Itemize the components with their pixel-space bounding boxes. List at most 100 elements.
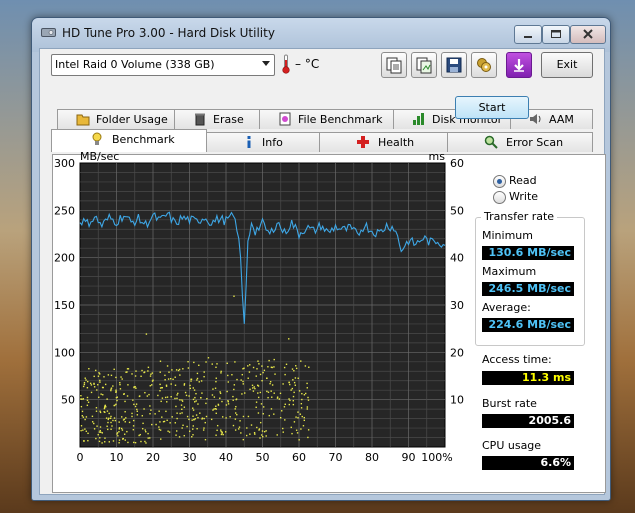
access-time-point: [210, 418, 213, 421]
access-time-point: [192, 425, 194, 427]
access-time-point: [193, 418, 195, 421]
access-time-point: [255, 401, 258, 403]
access-time-point: [91, 421, 94, 423]
access-time-point: [104, 441, 106, 443]
access-time-point: [95, 369, 97, 372]
access-time-point: [242, 438, 245, 441]
access-time-point: [183, 406, 186, 408]
access-time-point: [294, 377, 297, 379]
tab-benchmark[interactable]: Benchmark: [51, 129, 207, 152]
access-time-point: [95, 407, 98, 409]
access-time-point: [258, 363, 260, 365]
access-time-point: [203, 375, 205, 378]
maximum-label: Maximum: [482, 265, 537, 278]
access-time-point: [270, 408, 273, 410]
access-time-point: [85, 416, 88, 418]
access-time-point: [177, 369, 180, 372]
access-time-point: [308, 366, 310, 368]
start-button[interactable]: Start: [455, 96, 529, 119]
access-time-point: [215, 412, 217, 415]
access-time-point: [304, 392, 307, 395]
access-time-point: [256, 368, 258, 370]
access-time-point: [184, 391, 187, 394]
read-radio[interactable]: [493, 175, 506, 188]
access-time-value: 11.3 ms: [482, 371, 574, 385]
access-time-point: [102, 394, 104, 396]
access-time-point: [220, 370, 222, 373]
access-time-point: [160, 400, 162, 403]
y-left-tick-label: 200: [54, 252, 75, 265]
access-time-point: [303, 416, 305, 419]
minimum-label: Minimum: [482, 229, 533, 242]
access-time-point: [292, 403, 295, 406]
access-time-point: [101, 442, 103, 444]
access-time-point: [257, 392, 259, 394]
access-time-point: [105, 417, 108, 419]
access-time-point: [128, 421, 131, 424]
access-time-point: [306, 382, 308, 385]
access-time-point: [132, 399, 134, 401]
access-time-point: [171, 369, 173, 371]
access-time-point: [114, 419, 117, 422]
access-time-point: [198, 381, 200, 383]
access-time-point: [149, 405, 151, 407]
access-time-point: [166, 396, 169, 398]
access-time-point: [215, 380, 217, 383]
access-time-point: [139, 395, 141, 397]
access-time-point: [99, 410, 101, 412]
access-time-point: [80, 425, 83, 427]
access-time-point: [181, 412, 183, 414]
access-time-point: [151, 423, 153, 426]
access-time-point: [99, 437, 101, 439]
access-time-point: [203, 427, 205, 429]
access-time-point: [190, 380, 192, 382]
access-time-point: [113, 368, 115, 371]
access-time-point: [293, 381, 296, 384]
access-time-point: [134, 375, 137, 377]
access-time-point: [123, 433, 126, 435]
access-time-point: [170, 378, 172, 380]
write-radio[interactable]: [493, 191, 506, 204]
access-time-point: [115, 389, 117, 391]
access-time-point: [99, 381, 101, 383]
access-time-point: [222, 433, 224, 436]
access-time-point: [285, 363, 288, 365]
access-time-point: [288, 381, 290, 384]
y-left-tick-label: 300: [54, 157, 75, 170]
access-time-point: [199, 412, 201, 414]
access-time-point: [289, 383, 291, 386]
access-time-point: [159, 421, 161, 423]
access-time-point: [80, 398, 82, 400]
access-time-point: [177, 392, 179, 395]
access-time-point: [110, 389, 112, 392]
access-time-point: [202, 429, 205, 431]
access-time-point: [161, 397, 164, 399]
access-time-point: [211, 363, 213, 365]
access-time-point: [273, 358, 275, 361]
access-time-point: [216, 363, 218, 365]
access-time-point: [84, 377, 86, 379]
access-time-point: [215, 366, 217, 368]
access-time-point: [253, 432, 256, 434]
access-time-point: [181, 408, 183, 410]
access-time-point: [224, 431, 227, 433]
access-time-point: [145, 333, 148, 335]
access-time-point: [251, 384, 254, 387]
access-time-point: [179, 374, 181, 376]
access-time-point: [295, 367, 298, 370]
access-time-point: [212, 388, 214, 390]
access-time-point: [175, 434, 177, 436]
access-time-point: [234, 408, 236, 410]
access-time-point: [110, 388, 112, 390]
access-time-point: [263, 369, 266, 372]
transfer-rate-title: Transfer rate: [481, 210, 558, 223]
access-time-point: [268, 359, 270, 362]
access-time-point: [307, 396, 309, 399]
access-time-point: [86, 404, 89, 407]
access-time-point: [221, 432, 223, 434]
access-time-point: [290, 389, 292, 391]
access-time-point: [193, 389, 196, 391]
access-time-point: [125, 417, 127, 419]
access-time-point: [158, 426, 160, 428]
access-time-point: [284, 373, 286, 376]
